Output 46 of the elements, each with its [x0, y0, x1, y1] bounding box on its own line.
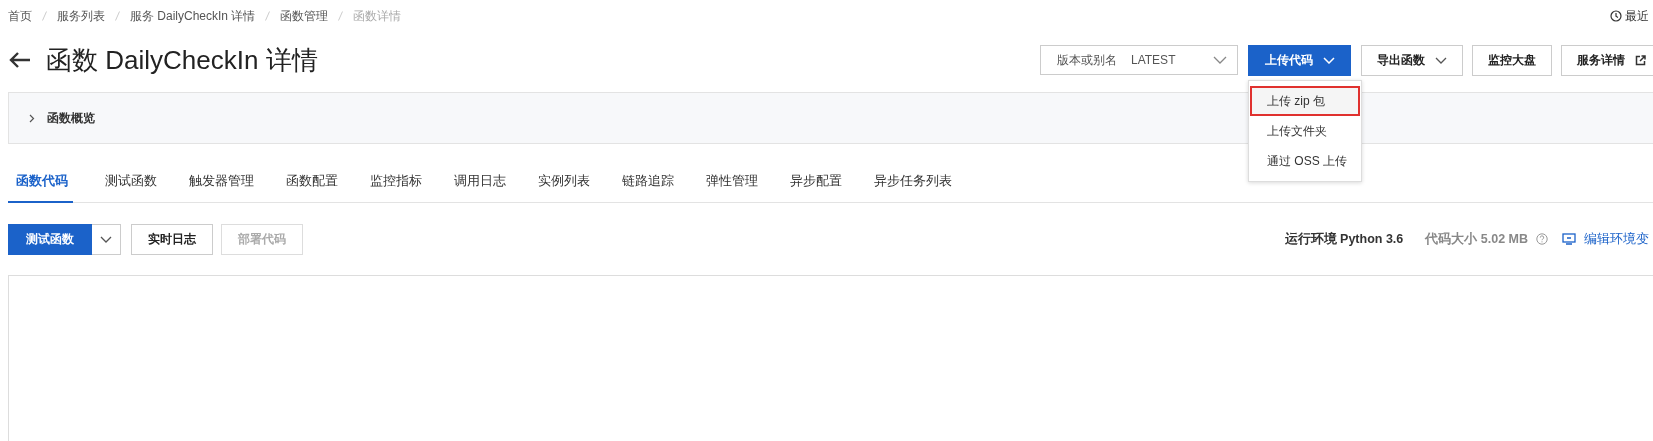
- back-arrow-icon[interactable]: [8, 51, 32, 69]
- upload-code-button[interactable]: 上传代码: [1248, 44, 1351, 76]
- breadcrumb-item[interactable]: 服务 DailyCheckIn 详情: [130, 7, 256, 25]
- clock-icon: [1610, 10, 1622, 22]
- monitor-icon: [1562, 233, 1576, 245]
- breadcrumb-separator: [115, 11, 120, 21]
- breadcrumb-item: 函数详情: [353, 7, 402, 25]
- code-size-label: 代码大小 5.02 MB: [1425, 230, 1528, 248]
- tab[interactable]: 异步任务列表: [858, 162, 968, 203]
- dashboard-button[interactable]: 监控大盘: [1472, 44, 1552, 76]
- tab[interactable]: 实例列表: [522, 162, 606, 203]
- tab[interactable]: 监控指标: [354, 162, 438, 203]
- overview-label: 函数概览: [47, 109, 95, 127]
- service-details-button[interactable]: 服务详情: [1561, 44, 1653, 76]
- menu-item[interactable]: 上传文件夹: [1250, 115, 1360, 146]
- dropdown-toggle[interactable]: [92, 223, 121, 255]
- chevron-down-icon: [1435, 56, 1447, 64]
- version-select[interactable]: 版本或别名 LATEST: [1040, 45, 1238, 75]
- export-button[interactable]: 导出函数: [1361, 44, 1463, 76]
- menu-item[interactable]: 通过 OSS 上传: [1250, 145, 1360, 176]
- help-icon[interactable]: [1536, 233, 1548, 245]
- breadcrumb-separator: [338, 11, 344, 21]
- chevron-down-icon: [1213, 56, 1227, 64]
- menu-item[interactable]: 上传 zip 包: [1250, 85, 1360, 116]
- tab[interactable]: 弹性管理: [690, 162, 774, 203]
- breadcrumb-separator: [265, 11, 271, 21]
- page-title: 函数 DailyCheckIn 详情: [46, 43, 318, 77]
- log-button[interactable]: 实时日志: [131, 223, 213, 255]
- chevron-down-icon: [1323, 56, 1335, 64]
- tab[interactable]: 触发器管理: [173, 162, 270, 203]
- breadcrumb-separator: [42, 11, 47, 21]
- tab[interactable]: 函数配置: [270, 162, 354, 203]
- tab[interactable]: 函数代码: [8, 162, 73, 203]
- chevron-down-icon: [100, 235, 112, 243]
- breadcrumb-item[interactable]: 函数管理: [280, 7, 329, 25]
- tab[interactable]: 测试函数: [89, 162, 173, 203]
- runtime-label: 运行环境 Python 3.6: [1284, 230, 1404, 248]
- tab[interactable]: 链路追踪: [606, 162, 690, 203]
- recent-link[interactable]: 最近: [1625, 7, 1649, 25]
- breadcrumb-item[interactable]: 首页: [8, 7, 32, 25]
- external-link-icon: [1635, 54, 1646, 66]
- breadcrumb-item[interactable]: 服务列表: [57, 7, 105, 25]
- tab[interactable]: 调用日志: [438, 162, 522, 203]
- edit-env-link[interactable]: 编辑环境变: [1584, 230, 1649, 248]
- tab[interactable]: 异步配置: [774, 162, 858, 203]
- test-function-button[interactable]: 测试函数: [8, 223, 92, 255]
